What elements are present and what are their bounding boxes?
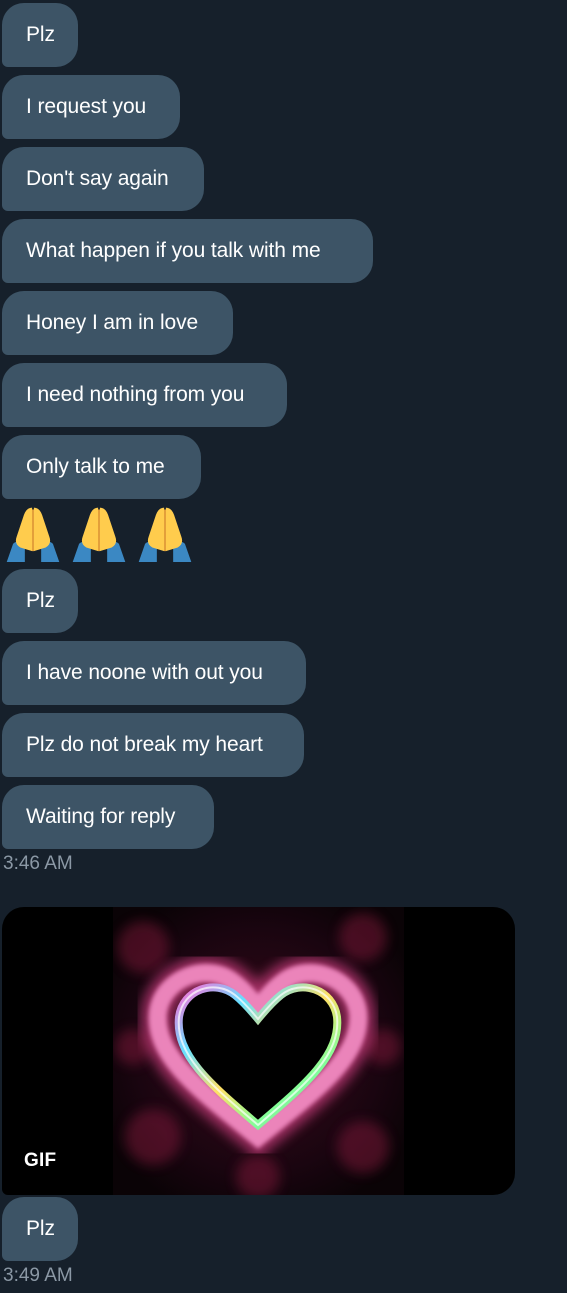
message-bubble[interactable]: I request you bbox=[2, 75, 180, 139]
message-text: Only talk to me bbox=[26, 455, 165, 478]
folded-hands-icon bbox=[6, 507, 60, 562]
message-text: Plz bbox=[26, 589, 55, 612]
emoji-message[interactable] bbox=[4, 504, 194, 564]
message-text: Honey I am in love bbox=[26, 311, 199, 334]
message-bubble[interactable]: Plz do not break my heart bbox=[2, 713, 304, 777]
message-text: Don't say again bbox=[26, 167, 169, 190]
gif-image[interactable] bbox=[113, 907, 404, 1195]
message-text: What happen if you talk with me bbox=[26, 239, 321, 262]
message-text: I have noone with out you bbox=[26, 661, 263, 684]
message-text: I need nothing from you bbox=[26, 383, 245, 406]
gif-badge: GIF bbox=[24, 1150, 57, 1171]
message-text: Plz bbox=[26, 1217, 55, 1240]
message-bubble[interactable]: Only talk to me bbox=[2, 435, 201, 499]
message-text: Waiting for reply bbox=[26, 805, 176, 828]
glowing-heart-gif bbox=[113, 907, 404, 1195]
folded-hands-icon bbox=[138, 507, 192, 562]
message-bubble[interactable]: Plz bbox=[2, 569, 78, 633]
gif-message[interactable]: GIF bbox=[2, 907, 515, 1195]
message-text: Plz do not break my heart bbox=[26, 733, 263, 756]
message-bubble[interactable]: I have noone with out you bbox=[2, 641, 306, 705]
message-timestamp: 3:46 AM bbox=[3, 853, 73, 874]
message-bubble[interactable]: Plz bbox=[2, 3, 78, 67]
message-bubble[interactable]: What happen if you talk with me bbox=[2, 219, 373, 283]
message-bubble[interactable]: I need nothing from you bbox=[2, 363, 287, 427]
folded-hands-icon bbox=[72, 507, 126, 562]
message-text: Plz bbox=[26, 23, 55, 46]
message-timestamp: 3:49 AM bbox=[3, 1265, 73, 1286]
message-bubble[interactable]: Waiting for reply bbox=[2, 785, 214, 849]
message-bubble[interactable]: Don't say again bbox=[2, 147, 204, 211]
message-text: I request you bbox=[26, 95, 147, 118]
message-bubble[interactable]: Plz bbox=[2, 1197, 78, 1261]
message-bubble[interactable]: Honey I am in love bbox=[2, 291, 233, 355]
